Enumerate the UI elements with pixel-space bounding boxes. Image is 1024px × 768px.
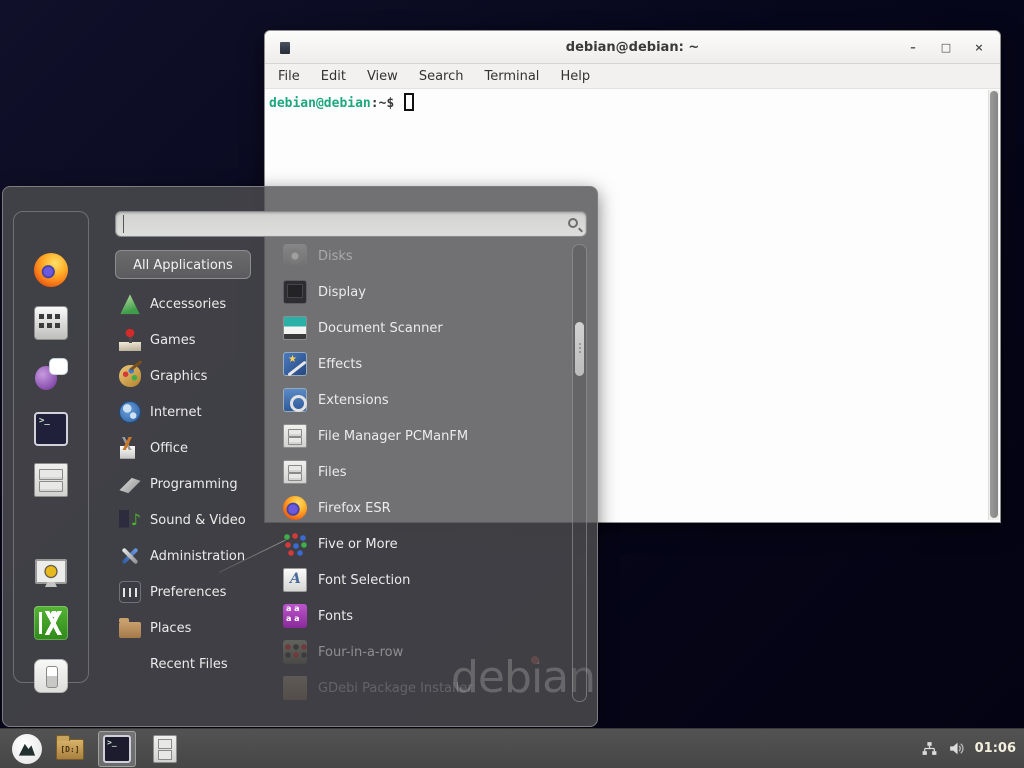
category-programming[interactable]: Programming <box>115 466 275 502</box>
app-item-four-in-a-row[interactable]: Four-in-a-row <box>281 634 569 670</box>
effects-icon <box>283 352 307 376</box>
category-places[interactable]: Places <box>115 610 275 646</box>
favorites-column <box>13 211 89 683</box>
app-item-extensions[interactable]: Extensions <box>281 382 569 418</box>
extensions-icon <box>283 388 307 412</box>
disks-icon <box>283 244 307 268</box>
app-item-document-scanner[interactable]: Document Scanner <box>281 310 569 346</box>
accessories-icon <box>119 293 141 315</box>
file-cabinet-icon <box>283 460 307 484</box>
close-button[interactable]: × <box>972 41 986 54</box>
five-or-more-icon <box>283 532 307 556</box>
terminal-scrollbar[interactable] <box>988 90 999 520</box>
system-tray: 01:06 <box>921 740 1024 757</box>
terminal-launcher-icon[interactable] <box>34 412 68 446</box>
gdebi-icon <box>283 676 307 700</box>
menu-help[interactable]: Help <box>560 69 590 84</box>
app-item-file-manager-pcmanfm[interactable]: File Manager PCManFM <box>281 418 569 454</box>
administration-icon <box>119 545 141 567</box>
menu-file[interactable]: File <box>278 69 300 84</box>
category-recent-files[interactable]: Recent Files <box>115 646 275 682</box>
places-icon <box>119 622 141 638</box>
network-icon[interactable] <box>921 740 938 757</box>
app-item-font-selection[interactable]: Font Selection <box>281 562 569 598</box>
terminal-icon <box>103 735 131 763</box>
search-input[interactable] <box>123 215 553 233</box>
category-games[interactable]: Games <box>115 322 275 358</box>
category-office[interactable]: Office <box>115 430 275 466</box>
category-internet[interactable]: Internet <box>115 394 275 430</box>
terminal-titlebar[interactable]: debian@debian: ~ – □ × <box>265 31 1000 64</box>
graphics-icon <box>119 365 141 387</box>
scanner-icon <box>283 316 307 340</box>
app-item-disks[interactable]: Disks <box>281 238 569 274</box>
application-menu: All Applications Accessories Games Graph… <box>2 186 598 727</box>
control-center-launcher-icon[interactable] <box>34 306 68 340</box>
category-sound-video[interactable]: Sound & Video <box>115 502 275 538</box>
terminal-cursor <box>404 93 414 111</box>
firefox-launcher-icon[interactable] <box>34 253 68 287</box>
log-out-icon[interactable] <box>34 606 68 640</box>
app-item-effects[interactable]: Effects <box>281 346 569 382</box>
sound-video-icon <box>119 509 141 531</box>
category-accessories[interactable]: Accessories <box>115 286 275 322</box>
pidgin-launcher-icon[interactable] <box>34 358 68 392</box>
fonts-icon <box>283 604 307 628</box>
app-item-firefox-esr[interactable]: Firefox ESR <box>281 490 569 526</box>
firefox-icon <box>283 496 307 520</box>
taskbar-files-launcher[interactable] <box>150 734 180 764</box>
category-graphics[interactable]: Graphics <box>115 358 275 394</box>
menu-scrollbar[interactable] <box>572 244 587 702</box>
taskbar: [D:] 01:06 <box>0 728 1024 768</box>
display-icon <box>283 280 307 304</box>
minimize-button[interactable]: – <box>906 41 920 54</box>
menu-search-box <box>115 211 587 237</box>
taskbar-terminal-window-button[interactable] <box>98 731 136 767</box>
search-icon <box>568 218 578 228</box>
programming-icon <box>119 473 141 495</box>
menu-logo-icon <box>16 738 38 760</box>
category-list: All Applications Accessories Games Graph… <box>115 247 275 682</box>
clock[interactable]: 01:06 <box>975 741 1016 756</box>
app-item-files[interactable]: Files <box>281 454 569 490</box>
games-icon <box>119 329 141 351</box>
font-selection-icon <box>283 568 307 592</box>
shut-down-icon[interactable] <box>34 659 68 693</box>
lock-screen-icon[interactable] <box>34 555 68 589</box>
preferences-icon <box>119 581 141 603</box>
menu-view[interactable]: View <box>367 69 398 84</box>
folder-icon: [D:] <box>56 739 84 760</box>
menu-edit[interactable]: Edit <box>321 69 346 84</box>
application-list: Disks Display Document Scanner Effects E… <box>281 238 569 706</box>
app-item-gdebi[interactable]: GDebi Package Installer <box>281 670 569 706</box>
office-icon <box>119 437 141 459</box>
menu-scrollbar-thumb[interactable] <box>575 322 584 376</box>
prompt-user-host: debian@debian <box>269 96 371 111</box>
terminal-scrollbar-thumb[interactable] <box>990 91 998 518</box>
desktop: { "wallpaper": { "watermark_pre": "deb",… <box>0 0 1024 768</box>
category-preferences[interactable]: Preferences <box>115 574 275 610</box>
menu-search[interactable]: Search <box>419 69 464 84</box>
menu-button[interactable] <box>12 734 42 764</box>
file-manager-launcher-icon[interactable] <box>34 463 68 497</box>
maximize-button[interactable]: □ <box>939 41 953 54</box>
folder-badge: [D:] <box>57 745 83 754</box>
terminal-menubar: File Edit View Search Terminal Help <box>265 64 1000 89</box>
category-all-applications[interactable]: All Applications <box>115 250 275 286</box>
window-controls: – □ × <box>906 31 986 64</box>
app-item-five-or-more[interactable]: Five or More <box>281 526 569 562</box>
file-cabinet-icon <box>153 735 177 763</box>
internet-icon <box>119 401 141 423</box>
menu-terminal[interactable]: Terminal <box>484 69 539 84</box>
prompt-path: :~$ <box>371 96 394 111</box>
app-item-display[interactable]: Display <box>281 274 569 310</box>
taskbar-file-manager-launcher[interactable]: [D:] <box>56 734 86 764</box>
terminal-window-title: debian@debian: ~ <box>265 40 1000 55</box>
volume-icon[interactable] <box>948 740 965 757</box>
four-in-a-row-icon <box>283 640 307 664</box>
app-item-fonts[interactable]: Fonts <box>281 598 569 634</box>
file-cabinet-icon <box>283 424 307 448</box>
